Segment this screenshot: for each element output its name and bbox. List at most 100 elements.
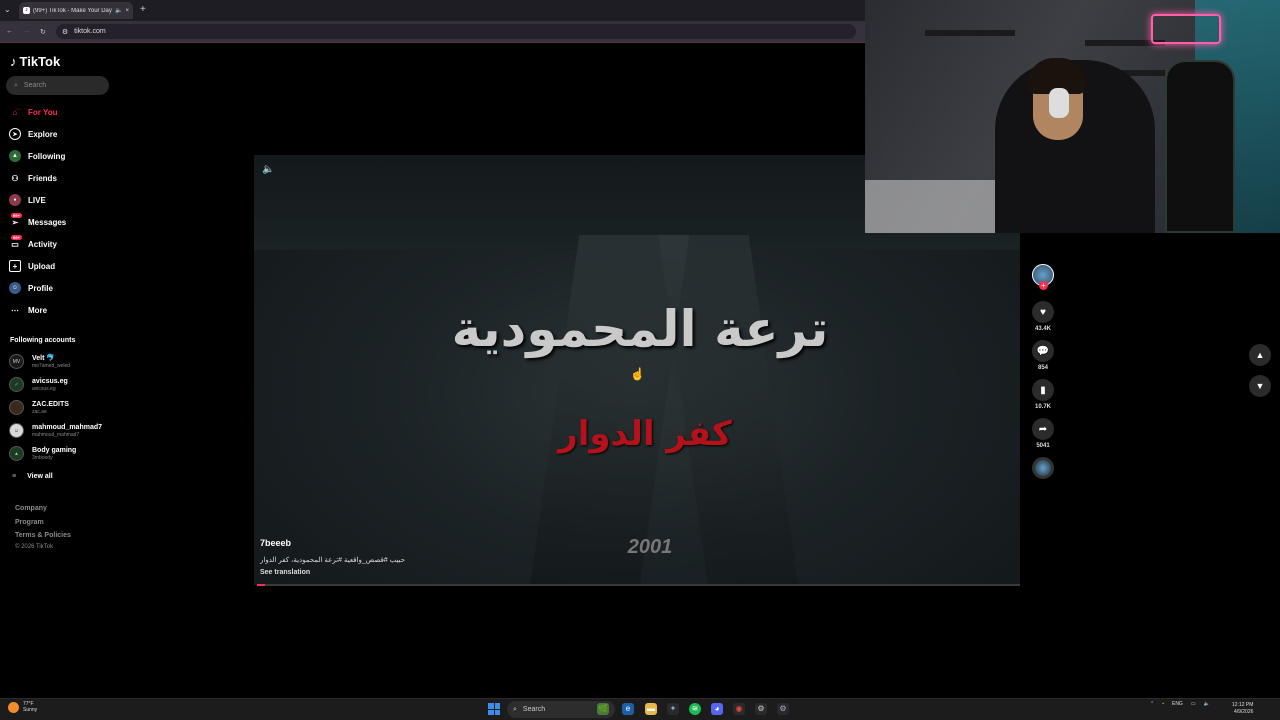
following-account[interactable]: ✓ avicsus.eg avicsus.eg	[9, 377, 68, 392]
nvidia-icon[interactable]: ▪	[1162, 701, 1164, 707]
footer-link-terms[interactable]: Terms & Policies	[15, 532, 71, 539]
nav-live[interactable]: ● LIVE	[9, 193, 46, 207]
neon-sign	[1151, 14, 1221, 44]
address-bar-row: ← → ↻ ⚙ tiktok.com	[0, 21, 865, 42]
list-icon: ≡	[12, 473, 17, 480]
volume-icon[interactable]: 🔈	[1204, 701, 1210, 707]
share-button[interactable]: ➦ 5041	[1032, 418, 1054, 449]
account-name: ZAC.EDITS	[32, 400, 69, 408]
compass-icon: ➤	[9, 128, 21, 140]
comment-button[interactable]: 💬 854	[1032, 340, 1054, 371]
chevron-up-icon: ▲	[1255, 350, 1265, 360]
account-name: mahmoud_mahmad7	[32, 423, 103, 431]
upload-icon: +	[9, 260, 21, 272]
view-all-button[interactable]: ≡ View all	[12, 473, 53, 480]
tab-title: (99+) TikTok - Make Your Day	[33, 7, 112, 14]
reload-icon[interactable]: ↻	[40, 28, 46, 36]
app-icon[interactable]: 🌿	[597, 703, 609, 715]
nav-label: Explore	[28, 129, 58, 139]
weather-widget[interactable]: 77°F Sunny	[8, 701, 37, 713]
headset	[1049, 88, 1069, 118]
nav-messages[interactable]: ➢ 99+ Messages	[9, 213, 66, 229]
profile-icon: ☺	[9, 282, 21, 294]
footer-link-company[interactable]: Company	[15, 505, 47, 512]
video-year-overlay: 2001	[627, 536, 673, 558]
chevron-up-icon[interactable]: ⌃	[1150, 701, 1154, 707]
nav-friends[interactable]: ⚇ Friends	[9, 171, 57, 185]
comment-count: 854	[1037, 365, 1048, 371]
avatar	[9, 400, 24, 415]
windows-taskbar	[0, 698, 1280, 720]
account-handle: zac.ae	[32, 408, 47, 415]
following-account[interactable]: ZAC.EDITS zac.ae	[9, 400, 69, 415]
edge-icon[interactable]: e	[622, 703, 634, 715]
activity-badge: 99+	[11, 235, 22, 240]
video-progress-bar[interactable]	[257, 584, 1020, 586]
save-button[interactable]: ▮ 10.7K	[1032, 379, 1054, 410]
messages-icon: ➢ 99+	[11, 213, 22, 227]
spotify-icon[interactable]: ≋	[689, 703, 701, 715]
save-count: 10.7K	[1034, 404, 1051, 410]
avatar: ☺	[9, 423, 24, 438]
language-indicator[interactable]: ENG	[1172, 701, 1183, 707]
nav-upload[interactable]: + Upload	[9, 259, 55, 273]
clock-date: 4/9/2026	[1233, 709, 1254, 715]
site-info-icon[interactable]: ⚙	[62, 28, 68, 36]
account-handle: mahmoud_mahmad7	[32, 431, 80, 438]
next-video-button[interactable]: ▼	[1249, 375, 1271, 397]
video-subtitle-overlay: كفر الدوار	[558, 414, 732, 454]
windows-start-icon[interactable]	[488, 703, 500, 715]
nav-explore[interactable]: ➤ Explore	[9, 127, 57, 141]
file-explorer-icon[interactable]: ▬	[645, 703, 657, 715]
copilot-icon[interactable]: ✦	[667, 703, 679, 715]
speaker-icon[interactable]: 🔈	[115, 7, 122, 14]
see-translation-link[interactable]: See translation	[260, 569, 310, 576]
logo-text: TikTok	[19, 54, 61, 69]
video-road	[658, 235, 800, 585]
following-account[interactable]: ☺ mahmoud_mahmad7 mahmoud_mahmad7	[9, 423, 102, 438]
nav-activity[interactable]: ▭ 99+ Activity	[9, 235, 57, 251]
volume-icon[interactable]: 🔈	[262, 164, 274, 176]
search-icon: ⌕	[14, 81, 18, 89]
following-account[interactable]: ▲ Body gaming 3mboody	[9, 446, 76, 461]
view-all-label: View all	[27, 473, 53, 480]
nav-label: Activity	[28, 239, 57, 249]
search-input[interactable]: ⌕ Search	[6, 76, 109, 95]
tiktok-logo[interactable]: ♪ TikTok	[10, 54, 60, 69]
discord-icon[interactable]: ◕	[711, 703, 723, 715]
like-button[interactable]: ♥ 43.4K	[1032, 301, 1054, 332]
following-account[interactable]: MV Velt 🐬 mo7amed_weled	[9, 354, 70, 369]
chrome-icon[interactable]: ◉	[733, 703, 745, 715]
previous-video-button[interactable]: ▲	[1249, 344, 1271, 366]
nav-following[interactable]: ▲ Following	[9, 149, 65, 163]
video-progress-fill	[257, 584, 265, 586]
follow-plus-icon[interactable]: +	[1039, 281, 1048, 290]
nav-label: Upload	[28, 261, 56, 271]
shelf	[925, 30, 1015, 36]
tab-close-button[interactable]: ×	[125, 8, 129, 14]
new-tab-button[interactable]: +	[140, 4, 146, 15]
chevron-down-icon: ▼	[1255, 381, 1265, 391]
nav-profile[interactable]: ☺ Profile	[9, 281, 53, 295]
account-handle: mo7amed_weled	[32, 362, 71, 369]
music-disc-icon[interactable]	[1032, 457, 1054, 479]
settings-icon[interactable]: ⚙	[777, 703, 789, 715]
browser-tab[interactable]: ♪ (99+) TikTok - Make Your Day 🔈 ×	[19, 2, 133, 19]
tab-list-chevron-icon[interactable]: ⌄	[4, 5, 11, 14]
avatar: MV	[9, 354, 24, 369]
nav-label: More	[28, 305, 48, 315]
share-icon: ➦	[1032, 418, 1054, 440]
steam-icon[interactable]: ⚙	[755, 703, 767, 715]
footer-link-program[interactable]: Program	[15, 519, 44, 526]
network-icon[interactable]: ▭	[1191, 701, 1196, 707]
forward-icon[interactable]: →	[23, 28, 30, 35]
gaming-chair	[1165, 60, 1235, 233]
nav-for-you[interactable]: ⌂ For You	[9, 105, 58, 119]
account-handle: avicsus.eg	[32, 385, 56, 392]
nav-more[interactable]: ⋯ More	[9, 303, 47, 317]
back-icon[interactable]: ←	[6, 28, 13, 35]
webcam-overlay	[865, 0, 1280, 233]
taskbar-clock[interactable]: 12:12 PM 4/9/2026	[1232, 702, 1253, 716]
video-author[interactable]: 7beeeb	[260, 538, 291, 548]
url-field[interactable]: ⚙ tiktok.com	[55, 24, 856, 39]
